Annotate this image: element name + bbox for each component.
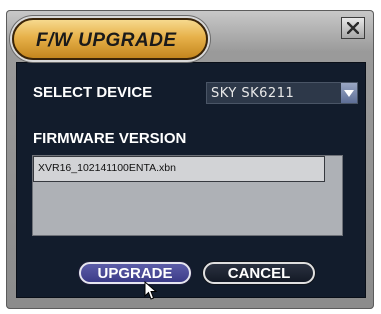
cancel-button[interactable]: CANCEL xyxy=(203,262,315,284)
firmware-version-label: FIRMWARE VERSION xyxy=(33,130,187,147)
select-device-value: SKY SK6211 xyxy=(211,86,295,101)
upgrade-button[interactable]: UPGRADE xyxy=(79,262,191,284)
select-device-label: SELECT DEVICE xyxy=(33,84,153,101)
screen: F/W UPGRADE SELECT DEVICE SKY SK6211 FIR… xyxy=(0,0,381,314)
upgrade-button-label: UPGRADE xyxy=(97,264,173,282)
dialog-title: F/W UPGRADE xyxy=(36,30,177,51)
dialog-title-badge: F/W UPGRADE xyxy=(12,18,208,60)
close-x-icon xyxy=(347,22,359,34)
close-button[interactable] xyxy=(341,17,365,39)
firmware-file-list[interactable]: XVR16_102141100ENTA.xbn xyxy=(32,155,343,236)
firmware-file-name: XVR16_102141100ENTA.xbn xyxy=(38,162,176,174)
dropdown-arrow-icon[interactable] xyxy=(341,83,357,103)
mouse-pointer-icon xyxy=(144,281,158,300)
select-device-dropdown[interactable]: SKY SK6211 xyxy=(206,82,358,104)
list-item[interactable]: XVR16_102141100ENTA.xbn xyxy=(33,156,325,182)
cancel-button-label: CANCEL xyxy=(227,264,291,282)
